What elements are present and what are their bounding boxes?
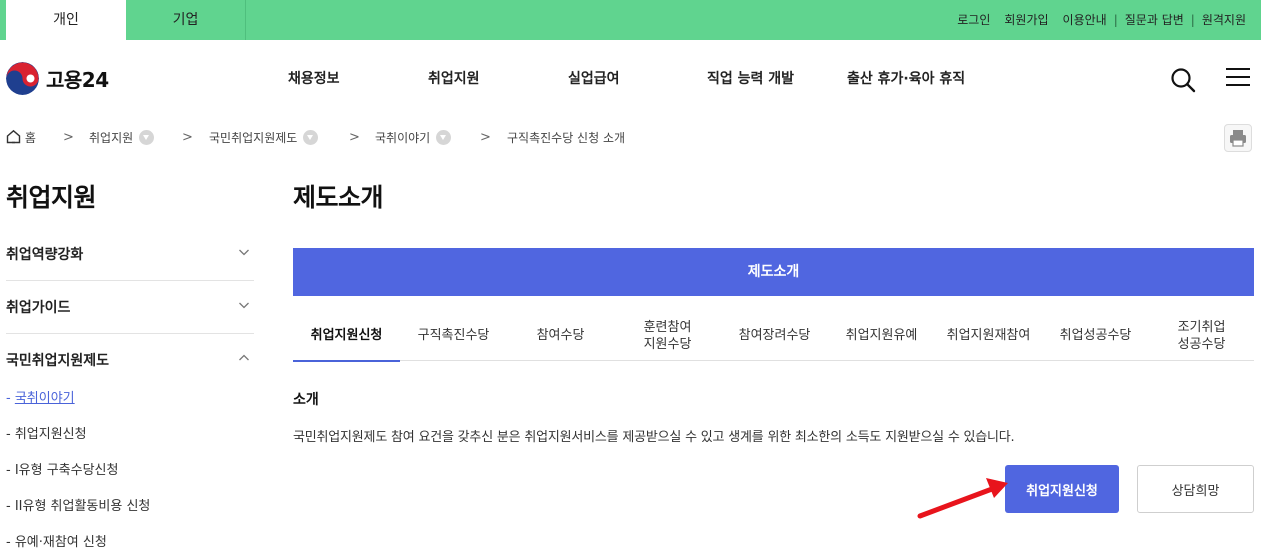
- tab-job-seeking-allowance[interactable]: 구직촉진수당: [400, 310, 507, 361]
- sidebar-item-type2[interactable]: - II유형 취업활동비용 신청: [6, 495, 150, 514]
- tab-personal[interactable]: 개인: [6, 0, 126, 40]
- tab-reparticipation[interactable]: 취업지원재참여: [935, 310, 1042, 361]
- consult-button[interactable]: 상담희망: [1137, 465, 1254, 513]
- section-description: 국민취업지원제도 참여 요건을 갖추신 분은 취업지원서비스를 제공받으실 수 …: [293, 430, 1015, 445]
- sidebar-group-guide[interactable]: 취업가이드: [6, 281, 254, 334]
- remote-support-link[interactable]: 원격지원: [1195, 0, 1253, 40]
- breadcrumb-label: 국취이야기: [375, 131, 431, 145]
- search-icon[interactable]: [1170, 67, 1196, 93]
- hamburger-menu-icon[interactable]: [1226, 68, 1250, 90]
- site-logo[interactable]: 고용24: [6, 62, 109, 95]
- breadcrumb-item-employment-support[interactable]: 취업지원: [89, 128, 155, 148]
- breadcrumb-item-stories[interactable]: 국취이야기: [375, 128, 452, 148]
- sidebar-item-label: I유형 구축수당신청: [14, 463, 119, 478]
- breadcrumb-separator-icon: >: [63, 130, 74, 145]
- sidebar-item-apply[interactable]: - 취업지원신청: [6, 423, 87, 442]
- sidebar-item-label: II유형 취업활동비용 신청: [14, 499, 151, 514]
- sidebar-item-label: 유예·재참여 신청: [14, 535, 107, 550]
- sidebar-group-capacity[interactable]: 취업역량강화: [6, 228, 254, 281]
- section-banner: 제도소개: [293, 248, 1254, 296]
- breadcrumb-item-national-program[interactable]: 국민취업지원제도: [209, 128, 319, 148]
- program-tabs: 취업지원신청 구직촉진수당 참여수당 훈련참여 지원수당 참여장려수당 취업지원…: [293, 310, 1254, 362]
- tab-training-allowance[interactable]: 훈련참여 지원수당: [614, 310, 721, 361]
- apply-button[interactable]: 취업지원신청: [1005, 465, 1119, 513]
- sidebar-item-type1[interactable]: - I유형 구축수당신청: [6, 459, 118, 478]
- nav-jobs[interactable]: 채용정보: [288, 68, 340, 88]
- logo-text: 고용24: [46, 68, 109, 92]
- breadcrumb-label: 취업지원: [89, 131, 134, 145]
- tab-apply[interactable]: 취업지원신청: [293, 310, 400, 362]
- utility-links: 로그인 회원가입 이용안내 | 질문과 답변 | 원격지원: [950, 0, 1253, 40]
- breadcrumb-current: 구직촉진수당 신청 소개: [507, 131, 626, 145]
- dropdown-icon[interactable]: [139, 130, 155, 145]
- chevron-down-icon: [239, 249, 249, 256]
- sidebar-group-label: 취업가이드: [6, 300, 71, 316]
- chevron-up-icon: [239, 354, 249, 361]
- tab-early-success-allowance[interactable]: 조기취업 성공수당: [1149, 310, 1254, 361]
- top-utility-bar: 개인 기업 로그인 회원가입 이용안내 | 질문과 답변 | 원격지원: [0, 0, 1261, 40]
- breadcrumb-home[interactable]: 홈: [6, 128, 36, 148]
- dropdown-icon[interactable]: [436, 130, 452, 145]
- sidebar-item-stories[interactable]: - 국취이야기: [6, 387, 75, 406]
- breadcrumb-separator-icon: >: [182, 130, 193, 145]
- print-button[interactable]: [1224, 124, 1252, 152]
- breadcrumb-home-label: 홈: [24, 131, 36, 145]
- page-title: 제도소개: [293, 183, 384, 212]
- qna-link[interactable]: 질문과 답변: [1118, 0, 1191, 40]
- breadcrumb-separator-icon: >: [480, 130, 491, 145]
- dropdown-icon[interactable]: [303, 130, 319, 145]
- section-title: 소개: [293, 392, 319, 408]
- breadcrumb-separator-icon: >: [349, 130, 360, 145]
- sidebar-group-label: 국민취업지원제도: [6, 353, 110, 369]
- printer-icon: [1230, 130, 1246, 147]
- breadcrumb-label: 국민취업지원제도: [209, 131, 298, 145]
- tab-participation-allowance[interactable]: 참여수당: [507, 310, 614, 361]
- annotation-arrow-icon: [917, 478, 1008, 519]
- taegeuk-logo-icon: [6, 62, 39, 95]
- sidebar-item-label: 취업지원신청: [14, 427, 87, 442]
- chevron-down-icon: [239, 302, 249, 309]
- sidebar-group-label: 취업역량강화: [6, 247, 84, 263]
- nav-parental-leave[interactable]: 출산 휴가·육아 휴직: [847, 68, 965, 88]
- tab-deferral[interactable]: 취업지원유예: [828, 310, 935, 361]
- site-header: 고용24 채용정보 취업지원 실업급여 직업 능력 개발 출산 휴가·육아 휴직: [0, 40, 1261, 116]
- nav-employment-support[interactable]: 취업지원: [428, 68, 480, 88]
- nav-unemployment-benefit[interactable]: 실업급여: [568, 68, 620, 88]
- sidebar-item-deferral[interactable]: - 유예·재참여 신청: [6, 531, 107, 550]
- tab-business[interactable]: 기업: [126, 0, 246, 40]
- sidebar-title: 취업지원: [6, 183, 97, 212]
- tab-incentive-allowance[interactable]: 참여장려수당: [721, 310, 828, 361]
- nav-skills-development[interactable]: 직업 능력 개발: [707, 68, 794, 88]
- tab-success-allowance[interactable]: 취업성공수당: [1042, 310, 1149, 361]
- signup-link[interactable]: 회원가입: [997, 0, 1055, 40]
- sidebar-group-national-program[interactable]: 국민취업지원제도: [6, 334, 254, 387]
- home-icon: [6, 129, 21, 144]
- login-link[interactable]: 로그인: [950, 0, 997, 40]
- sidebar-item-label: 국취이야기: [14, 391, 75, 406]
- guide-link[interactable]: 이용안내: [1056, 0, 1114, 40]
